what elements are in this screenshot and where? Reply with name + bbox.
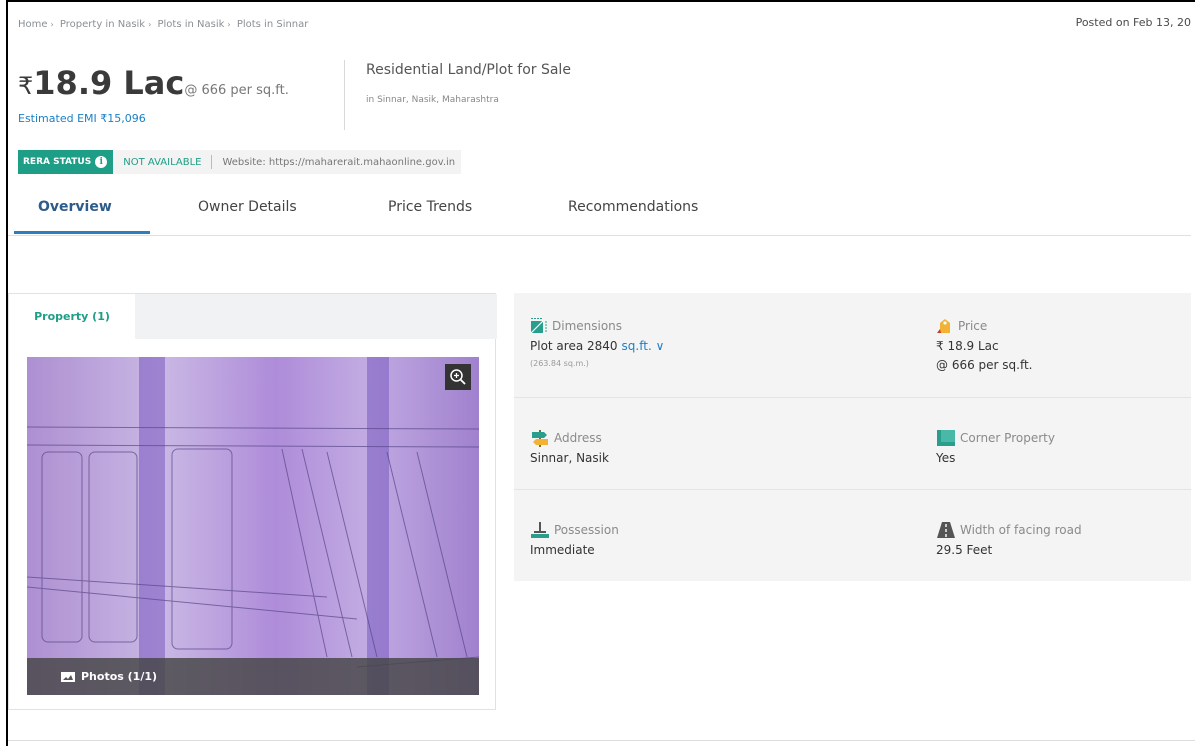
details-divider — [514, 397, 1191, 398]
breadcrumb-property-nasik[interactable]: Property in Nasik — [60, 19, 145, 30]
breadcrumb-home[interactable]: Home — [18, 19, 48, 30]
plot-map-image — [27, 357, 479, 695]
corner-property-value: Yes — [936, 451, 956, 465]
detail-corner-property: Corner Property Yes — [936, 429, 1195, 465]
price-tag-icon — [937, 319, 950, 333]
dimensions-icon — [530, 318, 547, 334]
breadcrumb-separator: › — [227, 20, 231, 29]
header-divider — [344, 60, 345, 130]
possession-label: Possession — [554, 523, 619, 537]
facing-road-value: 29.5 Feet — [936, 543, 993, 557]
photo-icon — [61, 671, 75, 682]
breadcrumb: Home › Property in Nasik › Plots in Nasik ›… — [18, 19, 308, 30]
tab-bar: Overview Owner Details Price Trends Reco… — [8, 187, 1191, 236]
rera-status-badge: RERA STATUS i — [18, 150, 114, 174]
plot-area-value: Plot area 2840 — [530, 339, 618, 353]
currency-symbol: ₹ — [18, 72, 34, 100]
possession-icon — [531, 522, 549, 538]
zoom-in-icon[interactable] — [445, 364, 471, 390]
price-per-sqft: @ 666 per sq.ft. — [184, 83, 289, 98]
rera-separator — [211, 155, 213, 169]
photos-count-bar[interactable]: Photos (1/1) — [27, 658, 479, 695]
photos-count-label: Photos (1/1) — [81, 670, 158, 683]
breadcrumb-plots-nasik[interactable]: Plots in Nasik — [158, 19, 225, 30]
corner-icon — [937, 430, 955, 446]
tab-property-photos[interactable]: Property (1) — [9, 294, 135, 339]
price-label: Price — [958, 319, 988, 333]
bottom-divider — [8, 740, 1195, 741]
road-icon — [937, 522, 955, 538]
detail-address: Address Sinnar, Nasik — [530, 429, 850, 465]
rera-website[interactable]: Website: https://maharerait.mahaonline.g… — [222, 157, 455, 168]
price-amount: 18.9 Lac — [33, 64, 185, 102]
address-value: Sinnar, Nasik — [530, 451, 609, 465]
dimensions-label: Dimensions — [552, 319, 623, 333]
detail-price: Price ₹ 18.9 Lac @ 666 per sq.ft. — [936, 317, 1195, 372]
active-tab-indicator — [14, 231, 150, 234]
signpost-icon — [532, 430, 548, 447]
property-location: in Sinnar, Nasik, Maharashtra — [366, 95, 499, 105]
corner-property-label: Corner Property — [960, 431, 1055, 445]
plot-area-sqm: (263.84 sq.m.) — [530, 359, 589, 368]
property-title: Residential Land/Plot for Sale — [366, 62, 571, 78]
breadcrumb-plots-sinnar[interactable]: Plots in Sinnar — [237, 19, 309, 30]
price-block: ₹18.9 Lac@ 666 per sq.ft. — [18, 64, 289, 102]
info-icon[interactable]: i — [95, 156, 108, 168]
breadcrumb-separator: › — [50, 20, 54, 29]
details-divider — [514, 489, 1191, 490]
posted-date: Posted on Feb 13, 20 — [1075, 16, 1191, 29]
possession-value: Immediate — [530, 543, 595, 557]
tab-overview[interactable]: Overview — [38, 199, 112, 215]
price-per-sqft-value: @ 666 per sq.ft. — [936, 358, 1033, 372]
price-value: ₹ 18.9 Lac — [936, 339, 999, 353]
property-details-panel: Dimensions Plot area 2840 sq.ft. ∨ (263.8… — [514, 293, 1191, 581]
address-label: Address — [554, 431, 602, 445]
facing-road-label: Width of facing road — [960, 523, 1082, 537]
detail-possession: Possession Immediate — [530, 521, 850, 557]
unit-dropdown[interactable]: sq.ft. ∨ — [622, 339, 665, 353]
tab-owner-details[interactable]: Owner Details — [198, 199, 297, 215]
emi-link[interactable]: Estimated EMI ₹15,096 — [18, 112, 146, 125]
rera-badge-label: RERA STATUS — [23, 157, 92, 167]
detail-facing-road: Width of facing road 29.5 Feet — [936, 521, 1195, 557]
rera-status-value: NOT AVAILABLE — [123, 156, 202, 168]
photo-gallery: Property (1) Photos (1/1) — [8, 293, 497, 710]
gallery-header: Property (1) — [9, 294, 497, 339]
page-frame: Home › Property in Nasik › Plots in Nasik ›… — [6, 0, 1195, 746]
tab-recommendations[interactable]: Recommendations — [568, 199, 698, 215]
detail-dimensions: Dimensions Plot area 2840 sq.ft. ∨ (263.8… — [530, 317, 850, 368]
property-photo[interactable] — [27, 357, 479, 695]
tab-price-trends[interactable]: Price Trends — [388, 199, 472, 215]
breadcrumb-separator: › — [148, 20, 152, 29]
rera-status-bar: RERA STATUS i NOT AVAILABLE Website: htt… — [18, 150, 462, 174]
